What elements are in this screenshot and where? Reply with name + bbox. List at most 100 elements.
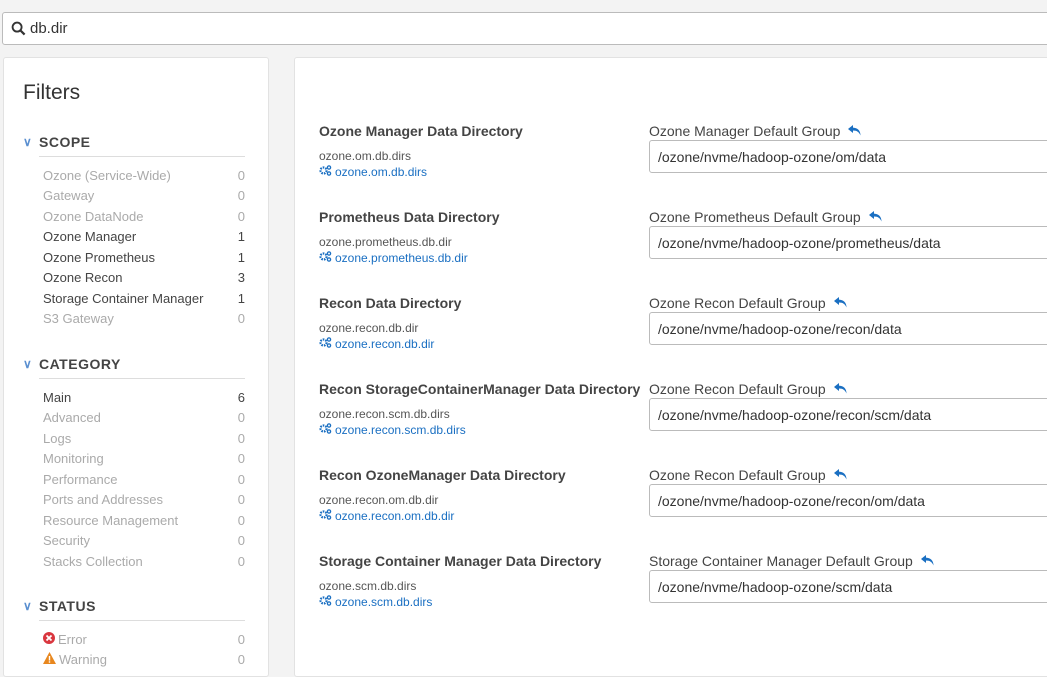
- property-value-input[interactable]: /ozone/nvme/hadoop-ozone/scm/data: [649, 570, 1047, 603]
- filter-label-text: Ozone Prometheus: [43, 249, 156, 265]
- filter-label: Security: [43, 533, 90, 548]
- filter-label: Ozone (Service-Wide): [43, 168, 171, 183]
- property-link[interactable]: ozone.recon.om.db.dir: [319, 509, 454, 523]
- property-row: Recon StorageContainerManager Data Direc…: [319, 381, 1047, 461]
- undo-icon[interactable]: [833, 381, 848, 397]
- scope-toggle[interactable]: ∨ SCOPE: [23, 132, 245, 152]
- property-name: ozone.recon.scm.db.dirs: [319, 407, 450, 421]
- filter-label: Ozone DataNode: [43, 209, 143, 224]
- property-name: ozone.recon.db.dir: [319, 321, 419, 335]
- filter-count: 0: [237, 512, 245, 528]
- filter-count: 0: [237, 188, 245, 204]
- search-icon: [11, 21, 26, 36]
- property-value-input[interactable]: /ozone/nvme/hadoop-ozone/recon/scm/data: [649, 398, 1047, 431]
- undo-icon[interactable]: [868, 209, 883, 225]
- undo-icon[interactable]: [833, 295, 848, 311]
- filter-label: Logs: [43, 431, 71, 446]
- gears-icon: [319, 165, 332, 179]
- property-title: Storage Container Manager Data Directory: [319, 553, 602, 569]
- filter-count: 0: [237, 652, 245, 668]
- filter-item[interactable]: S3 Gateway 0: [43, 309, 245, 330]
- filter-count: 0: [237, 208, 245, 224]
- filter-item[interactable]: Ports and Addresses 0: [43, 490, 245, 511]
- filter-item[interactable]: Ozone Manager 1: [43, 227, 245, 248]
- filter-count: 6: [237, 389, 245, 405]
- group-name: Ozone Recon Default Group: [649, 295, 826, 311]
- filter-label: Performance: [43, 472, 117, 487]
- warning-icon: [43, 652, 56, 667]
- undo-icon[interactable]: [848, 123, 862, 139]
- divider: [39, 156, 245, 157]
- property-value-input[interactable]: /ozone/nvme/hadoop-ozone/prometheus/data: [649, 226, 1047, 259]
- filter-label: Ozone Manager: [43, 229, 136, 244]
- filter-item[interactable]: Performance 0: [43, 469, 245, 490]
- filter-item[interactable]: Security 0: [43, 531, 245, 552]
- filter-item[interactable]: Logs 0: [43, 428, 245, 449]
- filter-label: Main: [43, 390, 71, 405]
- filter-count: 0: [237, 167, 245, 183]
- property-row: Recon OzoneManager Data Directory ozone.…: [319, 467, 1047, 547]
- gears-icon: [319, 595, 332, 609]
- property-link[interactable]: ozone.recon.db.dir: [319, 337, 434, 351]
- property-value-input[interactable]: /ozone/nvme/hadoop-ozone/recon/data: [649, 312, 1047, 345]
- property-title: Recon Data Directory: [319, 295, 462, 311]
- gears-icon: [319, 251, 332, 265]
- filter-item[interactable]: Gateway 0: [43, 186, 245, 207]
- undo-icon[interactable]: [920, 553, 935, 569]
- group-name: Storage Container Manager Default Group: [649, 553, 913, 569]
- undo-icon[interactable]: [833, 467, 848, 483]
- filter-label: Resource Management: [43, 513, 178, 528]
- filter-item[interactable]: Stacks Collection 0: [43, 551, 245, 572]
- filter-count: 0: [237, 410, 245, 426]
- status-section: ∨ STATUS Error 0 Warning 0: [23, 596, 245, 670]
- filter-count: 0: [237, 451, 245, 467]
- filter-label-text: Resource Management: [43, 512, 179, 528]
- property-link-text: ozone.om.db.dirs: [335, 165, 428, 179]
- filters-panel: Filters ∨ SCOPE Ozone (Service-Wide) 0 Gatew…: [3, 57, 269, 677]
- filter-label-text: Main: [43, 389, 72, 405]
- property-link[interactable]: ozone.scm.db.dirs: [319, 595, 432, 609]
- property-value-input[interactable]: /ozone/nvme/hadoop-ozone/recon/om/data: [649, 484, 1047, 517]
- filter-label: Ozone Prometheus: [43, 250, 155, 265]
- search-bar[interactable]: db.dir: [2, 12, 1047, 45]
- filter-label: Error: [43, 631, 87, 647]
- filter-item[interactable]: Warning 0: [43, 650, 245, 671]
- filter-label-text: Security: [43, 533, 90, 549]
- property-link[interactable]: ozone.prometheus.db.dir: [319, 251, 468, 265]
- filter-item[interactable]: Storage Container Manager 1: [43, 288, 245, 309]
- error-icon: [43, 631, 55, 647]
- group-name: Ozone Recon Default Group: [649, 467, 826, 483]
- category-toggle[interactable]: ∨ CATEGORY: [23, 354, 245, 374]
- filter-item[interactable]: Advanced 0: [43, 408, 245, 429]
- group-name: Ozone Prometheus Default Group: [649, 209, 861, 225]
- filter-item[interactable]: Main 6: [43, 387, 245, 408]
- filter-label: Stacks Collection: [43, 554, 143, 569]
- filter-item[interactable]: Resource Management 0: [43, 510, 245, 531]
- filter-count: 0: [237, 553, 245, 569]
- filter-item[interactable]: Ozone Prometheus 1: [43, 247, 245, 268]
- filter-item[interactable]: Ozone Recon 3: [43, 268, 245, 289]
- property-value-input[interactable]: /ozone/nvme/hadoop-ozone/om/data: [649, 140, 1047, 173]
- filter-label-text: Ports and Addresses: [43, 492, 163, 508]
- filter-count: 0: [237, 311, 245, 327]
- property-title: Prometheus Data Directory: [319, 209, 500, 225]
- filter-item[interactable]: Monitoring 0: [43, 449, 245, 470]
- property-row: Ozone Manager Data Directory ozone.om.db…: [319, 123, 1047, 203]
- filter-item[interactable]: Error 0: [43, 629, 245, 650]
- filter-count: 1: [237, 249, 245, 265]
- status-toggle[interactable]: ∨ STATUS: [23, 596, 245, 616]
- property-link[interactable]: ozone.om.db.dirs: [319, 165, 427, 179]
- chevron-down-icon: ∨: [23, 135, 33, 149]
- filter-label-text: Ozone (Service-Wide): [43, 167, 171, 183]
- property-link[interactable]: ozone.recon.scm.db.dirs: [319, 423, 466, 437]
- gears-icon: [319, 423, 332, 437]
- filter-label-text: Ozone Manager: [43, 229, 137, 245]
- filter-item[interactable]: Ozone DataNode 0: [43, 206, 245, 227]
- filter-label: S3 Gateway: [43, 311, 114, 326]
- filters-title: Filters: [23, 81, 81, 104]
- search-input[interactable]: db.dir: [30, 20, 68, 37]
- filter-label-text: Logs: [43, 430, 72, 446]
- filter-item[interactable]: Ozone (Service-Wide) 0: [43, 165, 245, 186]
- group-label: Storage Container Manager Default Group: [649, 553, 935, 569]
- filter-label-text: Gateway: [43, 188, 95, 204]
